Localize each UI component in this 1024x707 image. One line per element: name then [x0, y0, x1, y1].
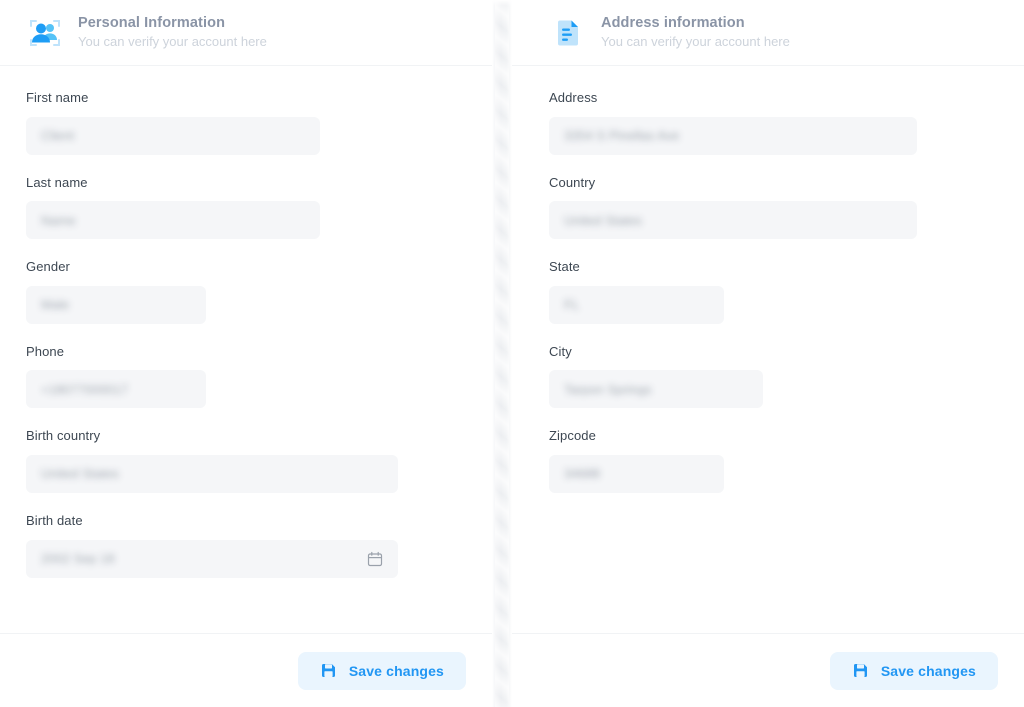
field-state: State FL	[549, 259, 998, 324]
field-label-phone: Phone	[26, 343, 65, 359]
field-label-last-name: Last name	[26, 174, 88, 190]
users-scan-icon	[26, 14, 64, 52]
input-wrap-country: United States	[549, 201, 917, 240]
zipcode-input[interactable]: 34688	[549, 454, 724, 493]
city-value: Tarpon Springs	[564, 382, 652, 396]
field-label-birth-date: Birth date	[26, 512, 83, 528]
address-information-header-text: Address information You can verify your …	[601, 15, 790, 50]
input-wrap-state: FL	[549, 285, 724, 324]
field-birth-date: Birth date 2002 Sep 18	[26, 513, 466, 578]
address-value: 3354 S Pinellas Ave	[564, 129, 680, 143]
field-label-country: Country	[549, 174, 596, 190]
personal-information-panel: Personal Information You can verify your…	[0, 0, 492, 707]
input-wrap-first-name: Client	[26, 116, 320, 155]
birth-country-input[interactable]: United States	[26, 454, 398, 493]
phone-value: +18077000017	[41, 382, 129, 396]
address-input[interactable]: 3354 S Pinellas Ave	[549, 116, 917, 155]
field-country: Country United States	[549, 175, 998, 240]
input-wrap-last-name: Name	[26, 201, 320, 240]
first-name-input[interactable]: Client	[26, 116, 320, 155]
floppy-save-icon	[320, 662, 337, 679]
save-address-information-label: Save changes	[880, 662, 976, 679]
input-wrap-zipcode: 34688	[549, 454, 724, 493]
document-lines-icon	[549, 14, 587, 52]
field-label-state: State	[549, 259, 580, 275]
birth-date-input[interactable]: 2002 Sep 18	[26, 539, 398, 578]
last-name-input[interactable]: Name	[26, 201, 320, 240]
personal-information-footer: Save changes	[0, 633, 492, 707]
field-last-name: Last name Name	[26, 175, 466, 240]
city-input[interactable]: Tarpon Springs	[549, 370, 763, 409]
panel-subtitle: You can verify your account here	[78, 33, 267, 49]
field-label-address: Address	[549, 90, 598, 105]
field-gender: Gender Male	[26, 259, 466, 324]
panel-subtitle: You can verify your account here	[601, 33, 790, 49]
save-address-information-button[interactable]: Save changes	[829, 651, 998, 690]
personal-information-header-text: Personal Information You can verify your…	[78, 15, 267, 50]
field-label-gender: Gender	[26, 259, 70, 275]
field-city: City Tarpon Springs	[549, 344, 998, 409]
field-label-city: City	[549, 343, 572, 359]
field-first-name: First name Client	[26, 90, 466, 155]
personal-information-header: Personal Information You can verify your…	[0, 0, 492, 66]
input-wrap-gender: Male	[26, 285, 206, 324]
input-wrap-birth-country: United States	[26, 454, 398, 493]
address-information-header: Address information You can verify your …	[512, 0, 1024, 66]
gender-value: Male	[41, 298, 70, 312]
panel-title: Personal Information	[78, 15, 226, 32]
field-zipcode: Zipcode 34688	[549, 428, 998, 493]
input-wrap-birth-date: 2002 Sep 18	[26, 539, 398, 578]
save-personal-information-button[interactable]: Save changes	[297, 651, 466, 690]
input-wrap-address: 3354 S Pinellas Ave	[549, 116, 917, 155]
state-input[interactable]: FL	[549, 285, 724, 324]
birth-date-value: 2002 Sep 18	[41, 552, 115, 566]
birth-country-value: United States	[41, 467, 120, 481]
address-information-footer: Save changes	[512, 633, 1024, 707]
state-value: FL	[564, 298, 580, 312]
field-birth-country: Birth country United States	[26, 428, 466, 493]
panel-divider	[492, 0, 512, 707]
verification-forms-screen: Personal Information You can verify your…	[0, 0, 1024, 707]
zipcode-value: 34688	[564, 467, 601, 481]
field-address: Address 3354 S Pinellas Ave	[549, 90, 998, 155]
personal-information-form: First name Client Last name Name Gender	[0, 66, 492, 633]
input-wrap-city: Tarpon Springs	[549, 370, 763, 409]
address-information-panel: Address information You can verify your …	[512, 0, 1024, 707]
address-information-form: Address 3354 S Pinellas Ave Country Unit…	[512, 66, 1024, 633]
panel-title: Address information	[601, 15, 745, 32]
field-label-first-name: First name	[26, 90, 89, 105]
first-name-value: Client	[41, 129, 75, 143]
save-personal-information-label: Save changes	[348, 662, 444, 679]
last-name-value: Name	[41, 213, 76, 227]
gender-input[interactable]: Male	[26, 285, 206, 324]
country-input[interactable]: United States	[549, 201, 917, 240]
field-label-birth-country: Birth country	[26, 428, 101, 444]
calendar-icon[interactable]	[367, 551, 383, 567]
field-label-zipcode: Zipcode	[549, 428, 596, 444]
phone-input[interactable]: +18077000017	[26, 370, 206, 409]
floppy-save-icon	[852, 662, 869, 679]
input-wrap-phone: +18077000017	[26, 370, 206, 409]
country-value: United States	[564, 213, 643, 227]
field-phone: Phone +18077000017	[26, 344, 466, 409]
